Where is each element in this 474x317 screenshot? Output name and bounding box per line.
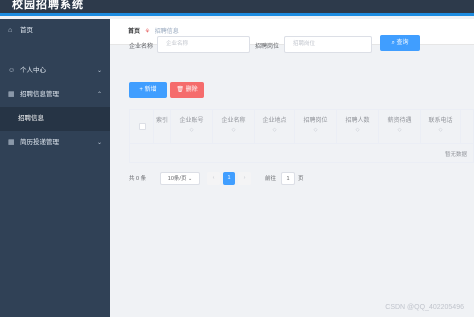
sort-icon[interactable]: ◇ (171, 127, 212, 133)
position-input[interactable]: 招聘岗位 (284, 36, 372, 53)
prev-page-button[interactable]: ‹ (207, 172, 220, 185)
sidebar-item-label: 个人中心 (20, 67, 46, 74)
grid-icon: ▦ (8, 139, 15, 146)
chevron-down-icon: ⌄ (96, 140, 102, 146)
delete-button[interactable]: 🗑 删除 (170, 82, 204, 98)
watermark: CSDN @QQ_402205496 (385, 304, 464, 311)
company-name-input[interactable]: 企业名称 (157, 36, 250, 53)
page-suffix: 页 (298, 176, 304, 182)
breadcrumb-home[interactable]: 首页 (128, 29, 140, 35)
sort-icon[interactable]: ◇ (379, 127, 420, 133)
chevron-down-icon: ⌄ (96, 68, 102, 74)
app-title: 校园招聘系统 (12, 0, 84, 11)
column-header[interactable]: 招聘岗位 ◇ (295, 110, 337, 144)
column-header[interactable]: 企业地点 ◇ (255, 110, 295, 144)
top-header: 校园招聘系统 (0, 0, 474, 16)
goto-label: 前往 (265, 176, 277, 182)
column-header[interactable]: 招聘人数 ◇ (337, 110, 379, 144)
goto-page-input[interactable]: 1 (281, 172, 295, 185)
grid-icon: ▦ (8, 91, 15, 98)
column-header[interactable]: 薪资待遇 ◇ (379, 110, 421, 144)
sidebar-item-recruitment-management[interactable]: ▦ 招聘信息管理 ⌃ (0, 83, 110, 107)
empty-text: 暂无数据 (444, 152, 467, 158)
sidebar: ⌂ 首页 ☺ 个人中心 ⌄ ▦ 招聘信息管理 ⌃ 招聘信息 ▦ 简历投递管理 ⌄ (0, 19, 110, 317)
sort-icon[interactable]: ◇ (295, 127, 336, 133)
search-button[interactable]: ⌕ 查询 (380, 35, 420, 51)
chevron-up-icon: ⌃ (96, 92, 102, 98)
column-header-overflow[interactable] (461, 110, 473, 144)
next-page-button[interactable]: › (238, 172, 251, 185)
sidebar-item-home[interactable]: ⌂ 首页 (0, 19, 110, 43)
sidebar-item-personal-center[interactable]: ☺ 个人中心 ⌄ (0, 59, 110, 83)
sidebar-subitem-label: 招聘信息 (18, 115, 44, 122)
chevron-down-icon: ⌄ (187, 176, 193, 182)
breadcrumb-current: 招聘信息 (154, 29, 179, 35)
sidebar-item-label: 招聘信息管理 (20, 91, 59, 98)
column-header[interactable]: 索引 (154, 110, 171, 144)
plus-icon: + (139, 87, 143, 93)
select-all-checkbox[interactable] (139, 123, 146, 130)
column-header[interactable]: 企业账号 ◇ (171, 110, 213, 144)
column-header[interactable]: 企业名称 ◇ (213, 110, 255, 144)
search-icon: ⌕ (391, 40, 395, 46)
column-header[interactable]: 联系电话 ◇ (421, 110, 461, 144)
sidebar-item-resume-management[interactable]: ▦ 简历投递管理 ⌄ (0, 131, 110, 155)
breadcrumb-separator-icon: ⚘ (144, 29, 151, 35)
page-size-select[interactable]: 10条/页 ⌄ (160, 172, 200, 185)
pagination-total: 共 0 条 (129, 176, 147, 182)
sidebar-item-label: 首页 (20, 27, 33, 34)
select-all-header (130, 110, 154, 144)
position-label: 招聘岗位 (255, 44, 280, 50)
data-table: 索引 企业账号 ◇ 企业名称 ◇ 企业地点 ◇ 招聘岗位 ◇ 招聘人数 ◇ 薪资… (129, 109, 474, 163)
trash-icon: 🗑 (176, 87, 184, 93)
user-icon: ☺ (8, 67, 16, 74)
main-content: 首页 ⚘ 招聘信息 (110, 19, 474, 317)
sort-icon[interactable]: ◇ (213, 127, 254, 133)
sort-icon[interactable]: ◇ (337, 127, 378, 133)
company-name-label: 企业名称 (129, 44, 154, 50)
add-button[interactable]: + 新增 (129, 82, 167, 98)
sort-icon[interactable]: ◇ (255, 127, 294, 133)
table-header: 索引 企业账号 ◇ 企业名称 ◇ 企业地点 ◇ 招聘岗位 ◇ 招聘人数 ◇ 薪资… (130, 110, 473, 144)
home-icon: ⌂ (8, 27, 13, 34)
page-number-current[interactable]: 1 (223, 172, 235, 185)
sort-icon[interactable]: ◇ (421, 127, 460, 133)
sidebar-subitem-recruitment-info[interactable]: 招聘信息 (0, 107, 110, 131)
sidebar-item-label: 简历投递管理 (20, 139, 59, 146)
